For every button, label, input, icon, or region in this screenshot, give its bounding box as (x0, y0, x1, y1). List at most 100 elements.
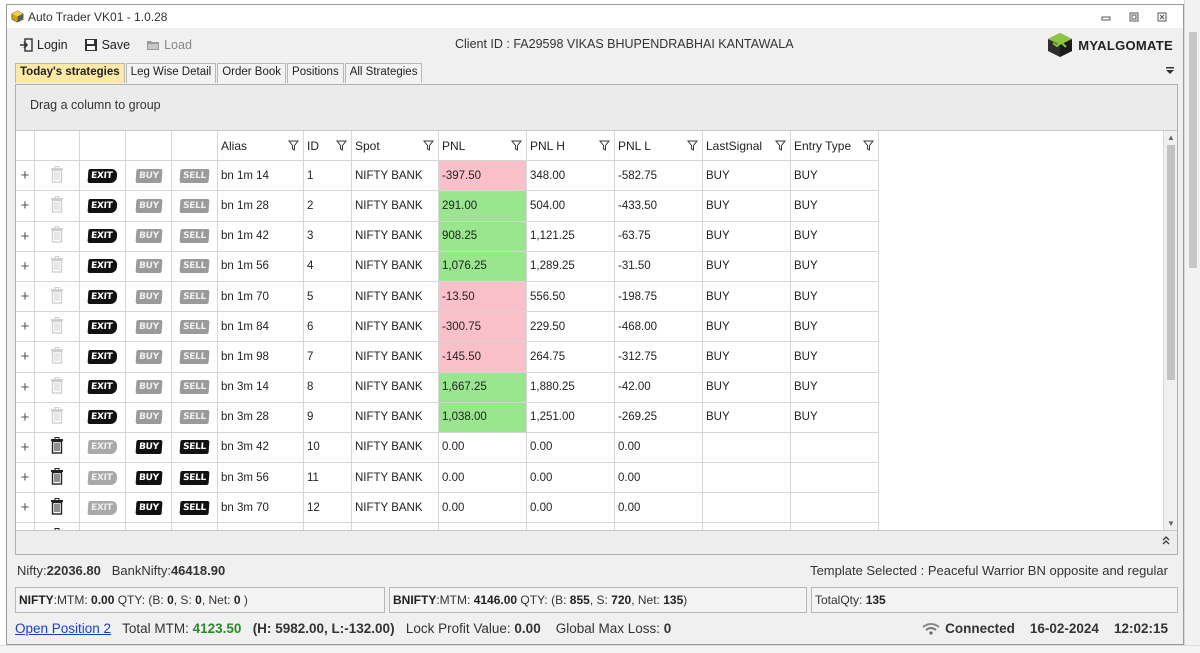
filter-icon[interactable] (599, 140, 610, 151)
tab-positions[interactable]: Positions (287, 63, 344, 83)
delete-button[interactable] (35, 432, 80, 464)
buy-button[interactable]: BUY (126, 221, 172, 252)
delete-button[interactable] (35, 493, 80, 524)
scroll-up-icon[interactable]: ▲ (1167, 133, 1175, 142)
sell-button[interactable]: SELL (172, 221, 218, 252)
expand-row-button[interactable]: + (16, 221, 35, 252)
delete-button[interactable] (35, 191, 80, 222)
sell-button[interactable]: SELL (172, 342, 218, 373)
buy-button[interactable]: BUY (126, 463, 172, 494)
delete-button[interactable] (35, 161, 80, 192)
table-row[interactable]: + EXIT BUY SELL bn 1m 56 4 NIFTY BANK 1,076.25 1… (16, 251, 1164, 282)
exit-button[interactable]: EXIT (80, 493, 126, 524)
buy-button[interactable]: BUY (126, 342, 172, 373)
tab-order-book[interactable]: Order Book (217, 63, 287, 83)
close-button[interactable] (1149, 8, 1175, 26)
table-row[interactable]: + EXIT BUY SELL bn 1m 14 1 NIFTY BANK -397.50 34… (16, 161, 1164, 192)
minimize-button[interactable] (1093, 8, 1119, 26)
exit-button[interactable]: EXIT (80, 342, 126, 373)
expand-row-button[interactable]: + (16, 191, 35, 222)
filter-icon[interactable] (423, 140, 434, 151)
delete-button[interactable] (35, 281, 80, 313)
open-position-link[interactable]: Open Position 2 (15, 621, 111, 636)
delete-button[interactable] (35, 312, 80, 343)
buy-button[interactable]: BUY (126, 281, 172, 313)
buy-button[interactable]: BUY (126, 432, 172, 464)
scroll-thumb[interactable] (1167, 145, 1175, 380)
grid-vertical-scrollbar[interactable]: ▲ ▼ (1163, 131, 1177, 530)
exit-button[interactable]: EXIT (80, 402, 126, 433)
filter-icon[interactable] (863, 140, 874, 151)
group-by-area[interactable]: Drag a column to group (16, 85, 1177, 131)
header-pnl-l[interactable]: PNL L (615, 131, 703, 162)
delete-button[interactable] (35, 251, 80, 282)
buy-button[interactable]: BUY (126, 402, 172, 433)
table-row[interactable]: + EXIT BUY SELL bn 1m 28 2 NIFTY BANK 291.00 504… (16, 191, 1164, 222)
exit-button[interactable]: EXIT (80, 191, 126, 222)
expand-row-button[interactable]: + (16, 281, 35, 313)
sell-button[interactable]: SELL (172, 463, 218, 494)
buy-button[interactable]: BUY (126, 372, 172, 403)
sell-button[interactable]: SELL (172, 312, 218, 343)
delete-button[interactable] (35, 342, 80, 373)
filter-icon[interactable] (288, 140, 299, 151)
table-row[interactable]: + EXIT BUY SELL bn 1m 84 6 NIFTY BANK -300.75 22… (16, 312, 1164, 343)
table-row[interactable]: + EXIT BUY SELL bn 3m 28 9 NIFTY BANK 1,038.00 1… (16, 402, 1164, 433)
buy-button[interactable]: BUY (126, 493, 172, 524)
table-row[interactable]: + EXIT BUY SELL bn 1m 70 5 NIFTY BANK -13.50 556… (16, 281, 1164, 313)
expand-row-button[interactable]: + (16, 342, 35, 373)
expand-row-button[interactable]: + (16, 251, 35, 282)
expand-row-button[interactable]: + (16, 312, 35, 343)
table-row[interactable]: + EXIT BUY SELL bn 1m 98 7 NIFTY BANK -145.50 26… (16, 342, 1164, 373)
exit-button[interactable]: EXIT (80, 463, 126, 494)
exit-button[interactable]: EXIT (80, 281, 126, 313)
filter-icon[interactable] (511, 140, 522, 151)
exit-button[interactable]: EXIT (80, 312, 126, 343)
delete-button[interactable] (35, 221, 80, 252)
sell-button[interactable]: SELL (172, 432, 218, 464)
double-chevron-up-icon[interactable] (1161, 535, 1171, 545)
delete-button[interactable] (35, 372, 80, 403)
table-row[interactable]: + EXIT BUY SELL bn 3m 14 8 NIFTY BANK 1,667.25 1… (16, 372, 1164, 403)
buy-button[interactable]: BUY (126, 161, 172, 192)
header-id[interactable]: ID (304, 131, 352, 162)
sell-button[interactable]: SELL (172, 251, 218, 282)
save-button[interactable]: Save (84, 38, 130, 52)
buy-button[interactable]: BUY (126, 312, 172, 343)
filter-icon[interactable] (336, 140, 347, 151)
exit-button[interactable]: EXIT (80, 161, 126, 192)
expand-row-button[interactable]: + (16, 161, 35, 192)
exit-button[interactable]: EXIT (80, 251, 126, 282)
filter-icon[interactable] (775, 140, 786, 151)
sell-button[interactable]: SELL (172, 191, 218, 222)
login-button[interactable]: Login (19, 38, 68, 52)
table-row[interactable]: + EXIT BUY SELL bn 3m 56 11 NIFTY BANK 0.00 0.00… (16, 463, 1164, 494)
header-pnl[interactable]: PNL (439, 131, 527, 162)
header-spot[interactable]: Spot (352, 131, 439, 162)
expand-row-button[interactable]: + (16, 432, 35, 464)
sell-button[interactable]: SELL (172, 372, 218, 403)
load-button[interactable]: Load (146, 38, 192, 52)
exit-button[interactable]: EXIT (80, 221, 126, 252)
filter-icon[interactable] (687, 140, 698, 151)
sell-button[interactable]: SELL (172, 161, 218, 192)
tab-todays-strategies[interactable]: Today's strategies (15, 63, 125, 83)
expand-row-button[interactable]: + (16, 402, 35, 433)
table-row[interactable]: + EXIT BUY SELL bn 3m 42 10 NIFTY BANK 0.00 0.00… (16, 432, 1164, 464)
header-pnl-h[interactable]: PNL H (527, 131, 615, 162)
delete-button[interactable] (35, 463, 80, 494)
tab-menu-button[interactable] (1165, 66, 1175, 78)
sell-button[interactable]: SELL (172, 281, 218, 313)
table-row[interactable]: + EXIT BUY SELL bn 3m 70 12 NIFTY BANK 0.00 0.00… (16, 493, 1164, 524)
expand-row-button[interactable]: + (16, 463, 35, 494)
expand-row-button[interactable]: + (16, 493, 35, 524)
expand-row-button[interactable]: + (16, 372, 35, 403)
exit-button[interactable]: EXIT (80, 432, 126, 464)
tab-leg-wise-detail[interactable]: Leg Wise Detail (125, 63, 217, 83)
buy-button[interactable]: BUY (126, 251, 172, 282)
sell-button[interactable]: SELL (172, 402, 218, 433)
tab-all-strategies[interactable]: All Strategies (344, 63, 423, 83)
table-row[interactable]: + EXIT BUY SELL bn 1m 42 3 NIFTY BANK 908.25 1,1… (16, 221, 1164, 252)
restore-button[interactable] (1121, 8, 1147, 26)
sell-button[interactable]: SELL (172, 493, 218, 524)
